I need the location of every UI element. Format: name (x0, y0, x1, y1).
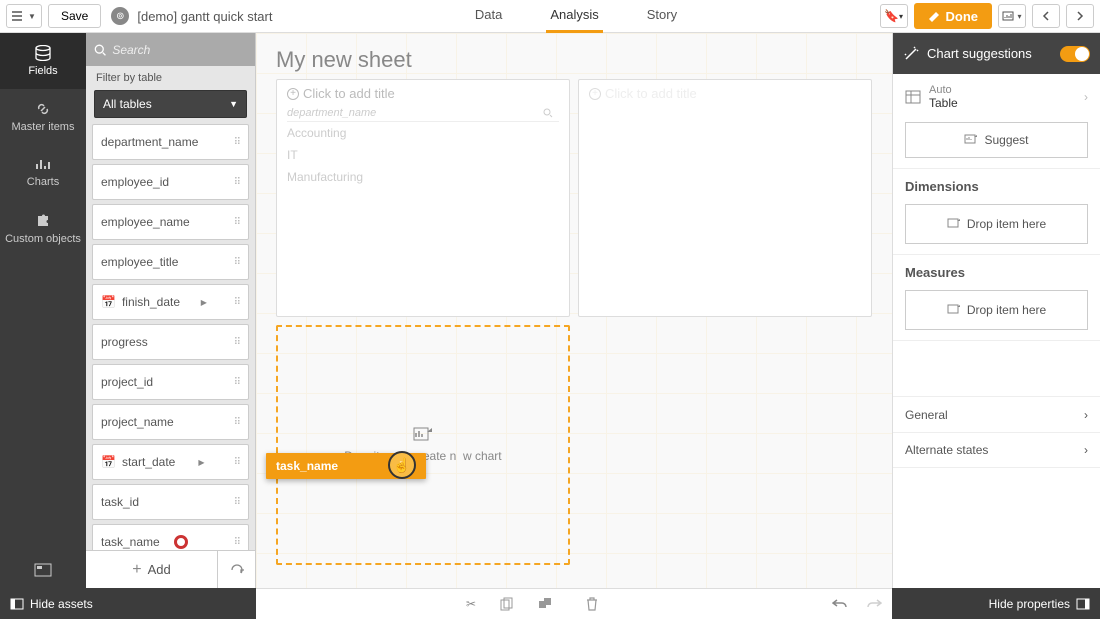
chevron-right-icon: ▶ (201, 298, 207, 307)
field-item[interactable]: project_name⠿ (92, 404, 249, 440)
add-field-button[interactable]: + Add (86, 561, 217, 579)
paste-button[interactable] (538, 597, 552, 611)
chevron-right-icon: › (1084, 90, 1088, 104)
app-icon: ⊚ (111, 7, 129, 25)
grip-icon: ⠿ (234, 297, 240, 308)
field-item[interactable]: 📅finish_date▶⠿ (92, 284, 249, 320)
sidebar-tab-charts[interactable]: Charts (0, 145, 86, 201)
auto-chart-type[interactable]: Auto Table › (905, 84, 1088, 110)
calendar-icon: 📅 (101, 295, 116, 309)
field-item[interactable]: task_name⠿ (92, 524, 249, 550)
search-icon (543, 108, 553, 118)
delete-button[interactable] (586, 597, 598, 611)
table-row: Manufacturing (287, 166, 559, 188)
chart-suggestions-header: Chart suggestions (893, 33, 1100, 74)
sidebar-tab-custom[interactable]: Custom objects (0, 201, 86, 257)
menu-button[interactable]: ▼ (6, 4, 42, 28)
table-row: Accounting (287, 122, 559, 144)
suggestions-toggle[interactable] (1060, 46, 1090, 62)
filter-label: Filter by table (86, 66, 255, 90)
alternate-states-section[interactable]: Alternate states› (893, 432, 1100, 468)
refresh-button[interactable] (217, 551, 255, 589)
grip-icon: ⠿ (234, 497, 240, 508)
copy-button[interactable] (500, 597, 514, 611)
suggest-button[interactable]: Suggest (905, 122, 1088, 158)
new-chart-icon (413, 427, 433, 445)
field-item[interactable]: progress⠿ (92, 324, 249, 360)
sidebar-tab-fields[interactable]: Fields (0, 33, 86, 89)
undo-button[interactable] (832, 598, 848, 610)
column-header: department_name (287, 107, 559, 119)
chart-object-1[interactable]: + Click to add title department_name Acc… (276, 79, 570, 317)
link-icon (35, 101, 51, 117)
measures-header: Measures (905, 265, 1088, 280)
grip-icon: ⠿ (234, 377, 240, 388)
grip-icon: ⠿ (234, 417, 240, 428)
chart-title-placeholder[interactable]: + Click to add title (589, 86, 861, 101)
field-item[interactable]: task_id⠿ (92, 484, 249, 520)
prev-sheet-button[interactable] (1032, 4, 1060, 28)
field-item[interactable]: 📅start_date▶⠿ (92, 444, 249, 480)
hide-properties-button[interactable]: Hide properties (892, 588, 1100, 619)
hide-assets-button[interactable]: Hide assets (0, 588, 256, 619)
sidebar-bottom-icon[interactable] (0, 552, 86, 588)
tab-data[interactable]: Data (471, 0, 506, 33)
grip-icon: ⠿ (234, 137, 240, 148)
puzzle-icon (35, 213, 51, 229)
field-item[interactable]: department_name⠿ (92, 124, 249, 160)
chevron-right-icon: › (1084, 443, 1088, 457)
chevron-right-icon: ▶ (198, 458, 204, 467)
search-icon (94, 43, 106, 57)
drop-zone[interactable]: Drop item to create new chart task_name … (276, 325, 570, 565)
grip-icon: ⠿ (234, 177, 240, 188)
sidebar-tab-master[interactable]: Master items (0, 89, 86, 145)
chevron-right-icon: › (1084, 408, 1088, 422)
drag-indicator-icon (174, 535, 188, 549)
calendar-icon: 📅 (101, 455, 116, 469)
cut-button[interactable]: ✂ (466, 597, 476, 611)
app-title: ⊚ [demo] gantt quick start (111, 7, 272, 25)
redo-button[interactable] (866, 598, 882, 610)
grip-icon: ⠿ (234, 537, 240, 548)
database-icon (34, 45, 52, 61)
grip-icon: ⠿ (234, 337, 240, 348)
table-row: IT (287, 144, 559, 166)
measures-drop[interactable]: Drop item here (905, 290, 1088, 330)
bookmark-button[interactable]: 🔖▾ (880, 4, 908, 28)
grip-icon: ⠿ (234, 257, 240, 268)
field-item[interactable]: employee_id⠿ (92, 164, 249, 200)
save-button[interactable]: Save (48, 4, 101, 28)
wand-icon (903, 46, 919, 62)
dimensions-drop[interactable]: Drop item here (905, 204, 1088, 244)
chart-title-placeholder[interactable]: + Click to add title (287, 86, 559, 101)
table-icon (905, 90, 921, 104)
grip-icon: ⠿ (234, 217, 240, 228)
field-item[interactable]: project_id⠿ (92, 364, 249, 400)
search-input[interactable] (112, 43, 247, 57)
general-section[interactable]: General› (893, 396, 1100, 432)
field-item[interactable]: employee_name⠿ (92, 204, 249, 240)
sheet-title[interactable]: My new sheet (276, 47, 872, 73)
tab-analysis[interactable]: Analysis (546, 0, 602, 33)
done-button[interactable]: Done (914, 3, 993, 29)
sheet-dropdown-button[interactable]: ▾ (998, 4, 1026, 28)
chart-icon (35, 158, 51, 172)
tab-story[interactable]: Story (643, 0, 681, 33)
dimensions-header: Dimensions (905, 179, 1088, 194)
field-item[interactable]: employee_title⠿ (92, 244, 249, 280)
chart-object-2[interactable]: + Click to add title (578, 79, 872, 317)
table-filter-select[interactable]: All tables ▼ (94, 90, 247, 118)
grip-icon: ⠿ (234, 457, 240, 468)
drag-chip: task_name ⠿ (266, 453, 426, 479)
next-sheet-button[interactable] (1066, 4, 1094, 28)
